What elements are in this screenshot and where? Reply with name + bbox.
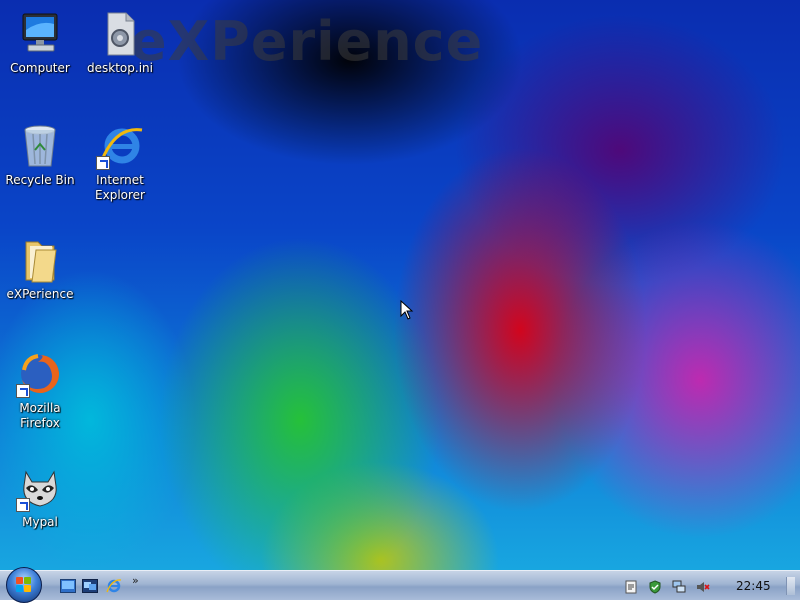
internet-explorer-icon[interactable]: [106, 578, 122, 593]
show-desktop-icon[interactable]: [60, 578, 76, 593]
desktop-watermark: eXPerience: [130, 10, 484, 73]
desktop-icon-label: Internet Explorer: [95, 173, 145, 202]
desktop-icon-desktop-ini[interactable]: desktop.ini: [80, 10, 160, 76]
internet-explorer-icon: [96, 122, 144, 170]
desktop-icon-label: eXPerience: [6, 287, 74, 301]
desktop-icon-label: Mozilla Firefox: [19, 401, 61, 430]
start-button[interactable]: [6, 567, 42, 603]
settings-file-icon: [96, 10, 144, 58]
shortcut-arrow-icon: [16, 498, 30, 512]
desktop-icon-label: Mypal: [22, 515, 58, 529]
clipboard-icon[interactable]: [624, 579, 638, 594]
desktop-icon-recycle-bin[interactable]: Recycle Bin: [0, 122, 80, 188]
desktop-icon-computer[interactable]: Computer: [0, 10, 80, 76]
shortcut-arrow-icon: [16, 384, 30, 398]
quick-launch-overflow-button[interactable]: »: [132, 574, 139, 587]
mouse-cursor-icon: [400, 300, 414, 320]
volume-muted-icon[interactable]: [696, 579, 710, 593]
desktop-icon-mozilla-firefox[interactable]: Mozilla Firefox: [0, 350, 80, 431]
desktop-icon-internet-explorer[interactable]: Internet Explorer: [80, 122, 160, 203]
network-icon[interactable]: [672, 579, 686, 593]
windows-start-orb-icon: [16, 577, 32, 593]
desktop-icon-mypal[interactable]: Mypal: [0, 464, 80, 530]
window-switcher-icon[interactable]: [82, 578, 98, 593]
mypal-raccoon-icon: [16, 464, 64, 512]
security-shield-icon[interactable]: [648, 579, 662, 594]
firefox-icon: [16, 350, 64, 398]
recycle-bin-icon: [16, 122, 64, 170]
folder-icon: [16, 236, 64, 284]
desktop[interactable]: eXPerience Computer desktop.ini Recycle …: [0, 0, 800, 570]
taskbar: » 22:45: [0, 567, 800, 603]
computer-icon: [16, 10, 64, 58]
desktop-icon-experience-folder[interactable]: eXPerience: [0, 236, 80, 302]
clock[interactable]: 22:45: [736, 579, 771, 593]
desktop-icon-label: Recycle Bin: [5, 173, 75, 187]
desktop-icon-label: desktop.ini: [87, 61, 153, 75]
show-desktop-button[interactable]: [786, 577, 795, 595]
desktop-icon-label: Computer: [10, 61, 70, 75]
shortcut-arrow-icon: [96, 156, 110, 170]
